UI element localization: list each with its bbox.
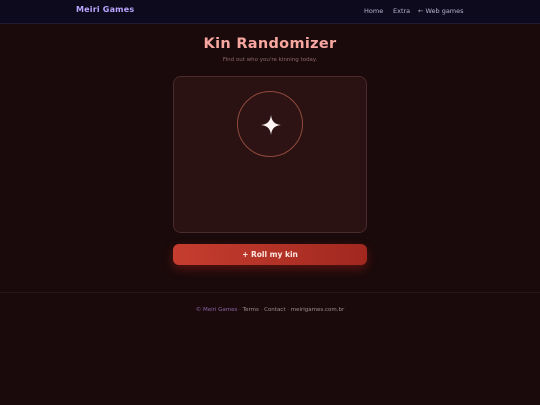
footer: © Meiri Games · Terms · Contact · meirig… [0, 307, 540, 313]
nav-link-web-games[interactable]: ← Web games [418, 7, 464, 15]
nav-link-home[interactable]: Home [364, 7, 383, 15]
footer-copyright: © Meiri Games [195, 307, 238, 313]
nav-link-web-games-label: Web games [425, 7, 464, 15]
navbar: Meiri Games Home Extra ← Web games [0, 0, 540, 24]
roll-kin-button[interactable]: + Roll my kin [173, 244, 367, 265]
footer-divider [0, 292, 540, 293]
page-title: Kin Randomizer [203, 36, 337, 52]
sparkle-icon [261, 115, 281, 135]
back-arrow-icon: ← [418, 7, 424, 15]
brand-logo[interactable]: Meiri Games [76, 5, 134, 14]
result-avatar-circle [237, 91, 303, 157]
nav-link-extra[interactable]: Extra [393, 7, 410, 15]
page-subtitle: Find out who you're kinning today. [222, 57, 318, 63]
result-card [173, 76, 367, 233]
footer-link-terms[interactable]: Terms [243, 307, 259, 313]
footer-link-contact[interactable]: Contact [264, 307, 285, 313]
footer-link-site[interactable]: meirigames.com.br [291, 307, 345, 313]
